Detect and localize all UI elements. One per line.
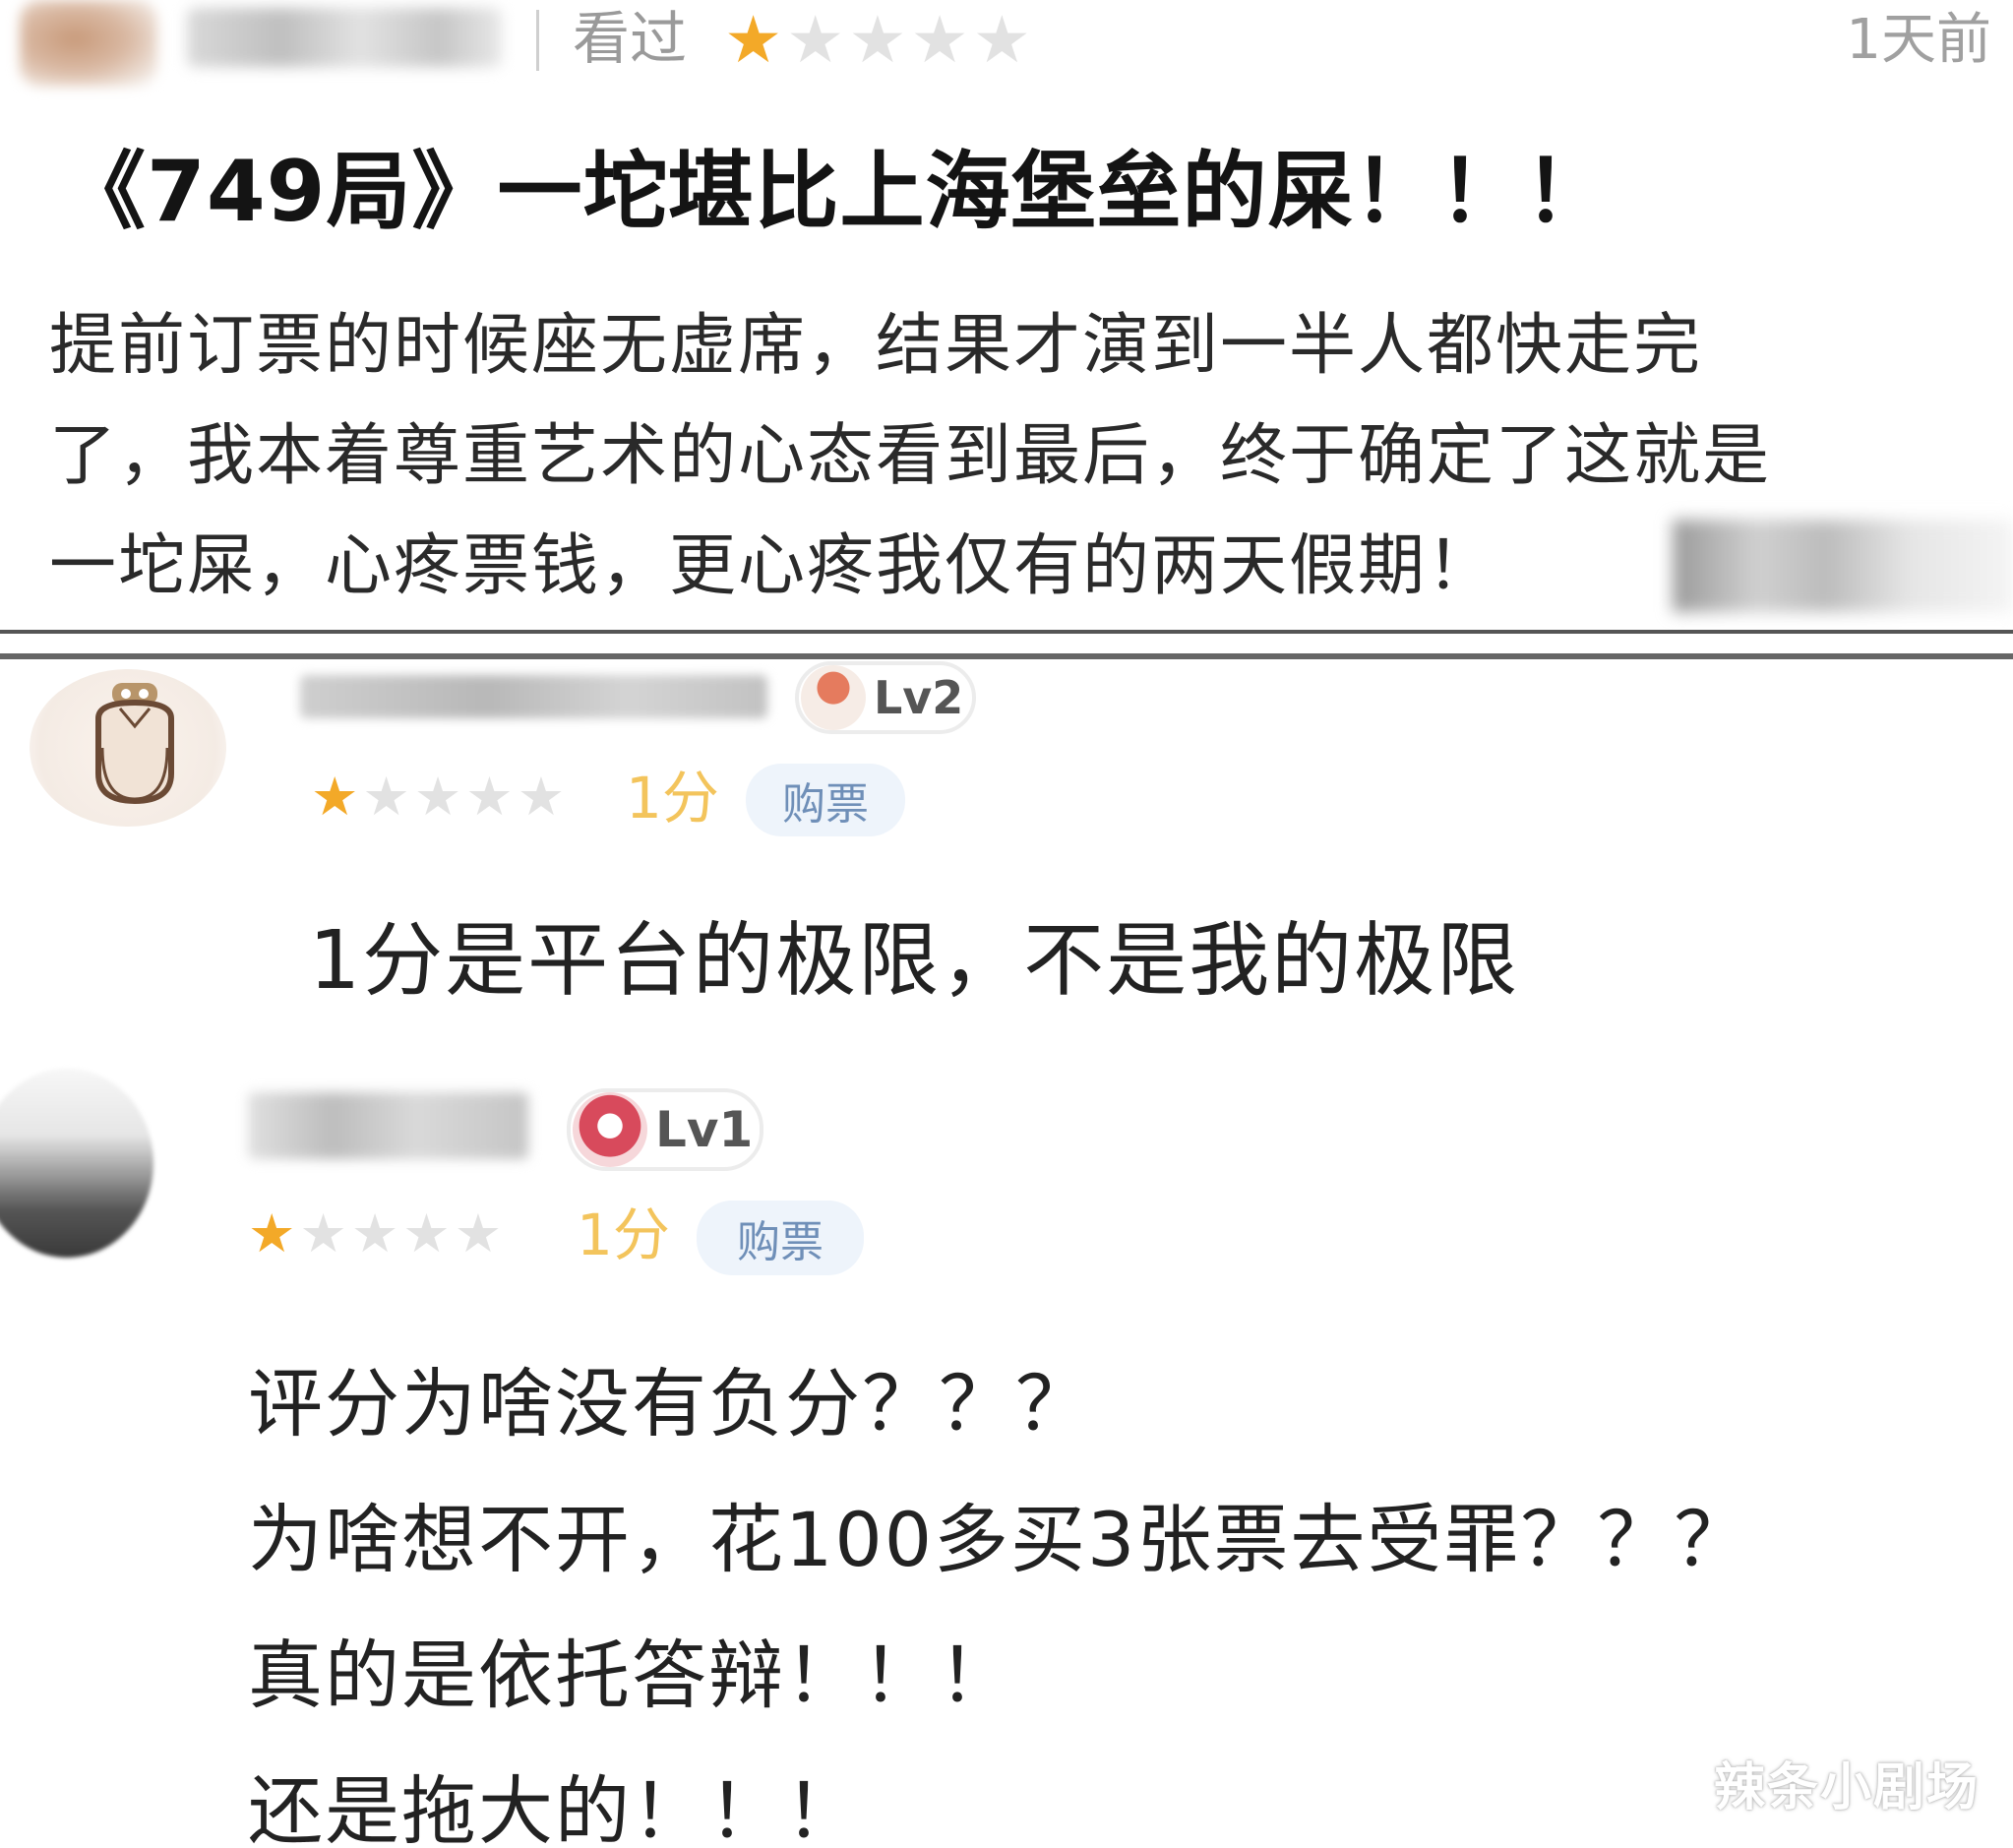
commenter-name-redacted[interactable]: [248, 1092, 528, 1159]
review-body-line: 提前订票的时候座无虚席，结果才演到一半人都快走完: [49, 307, 1703, 385]
commenter-avatar[interactable]: [0, 1069, 153, 1258]
section-divider: [0, 630, 2013, 634]
level-badge: Lv1: [567, 1088, 763, 1171]
watermark: 辣条小剧场: [1713, 1758, 1980, 1817]
commenter-name-redacted[interactable]: [300, 675, 767, 718]
comment-text[interactable]: 1分是平台的极限，不是我的极限: [309, 907, 1519, 1016]
comment-text-line: 还是拖大的！！！: [248, 1767, 862, 1848]
level-badge: Lv2: [795, 661, 976, 734]
review-body-line: 了，我本着尊重艺术的心态看到最后，终于确定了这就是: [49, 417, 1772, 495]
comment-text-line: 评分为啥没有负分？？？: [248, 1360, 1092, 1448]
comment-text-line: 为啥想不开，花100多买3张票去受罪？？？: [248, 1496, 1751, 1583]
reviewer-avatar[interactable]: [20, 0, 157, 87]
level-label: Lv1: [655, 1101, 754, 1158]
star-empty-icon: ★: [517, 766, 566, 828]
watched-label: 看过: [573, 5, 688, 72]
star-filled-icon: ★: [248, 1202, 296, 1264]
section-divider: [0, 653, 2013, 659]
star-empty-icon: ★: [362, 766, 410, 828]
comment-text[interactable]: 评分为啥没有负分？？？ 为啥想不开，花100多买3张票去受罪？？？ 真的是依托答…: [248, 1336, 1750, 1848]
star-empty-icon: ★: [972, 2, 1031, 78]
level-badge-icon: [801, 665, 866, 730]
star-empty-icon: ★: [350, 1202, 399, 1264]
level-label: Lv2: [874, 671, 964, 724]
redacted-text-blur: [1673, 520, 2013, 612]
star-empty-icon: ★: [299, 1202, 347, 1264]
star-filled-icon: ★: [311, 766, 359, 828]
star-empty-icon: ★: [413, 766, 462, 828]
score-label: 1分: [577, 1201, 670, 1268]
header-separator: [536, 10, 539, 71]
ticket-purchased-tag: 购票: [697, 1201, 864, 1275]
star-empty-icon: ★: [465, 766, 514, 828]
star-empty-icon: ★: [454, 1202, 503, 1264]
comment-text-line: 真的是依托答辩！！！: [248, 1632, 1015, 1719]
monkey-avatar-icon: [95, 683, 174, 805]
star-filled-icon: ★: [724, 2, 783, 78]
score-label: 1分: [626, 765, 719, 832]
reviewer-name-redacted[interactable]: [187, 8, 502, 67]
star-empty-icon: ★: [402, 1202, 451, 1264]
star-empty-icon: ★: [848, 2, 907, 78]
review-rating-stars: ★ ★ ★ ★ ★: [724, 6, 1031, 75]
ticket-purchased-tag: 购票: [746, 764, 905, 836]
review-title[interactable]: 《749局》一坨堪比上海堡垒的屎！！！: [61, 138, 1611, 246]
comment-rating-stars: ★ ★ ★ ★ ★: [248, 1204, 502, 1263]
star-empty-icon: ★: [786, 2, 845, 78]
level-badge-icon: [573, 1092, 647, 1167]
review-timestamp: 1天前: [1846, 8, 1991, 72]
comment-rating-stars: ★ ★ ★ ★ ★: [311, 768, 565, 827]
star-empty-icon: ★: [910, 2, 969, 78]
